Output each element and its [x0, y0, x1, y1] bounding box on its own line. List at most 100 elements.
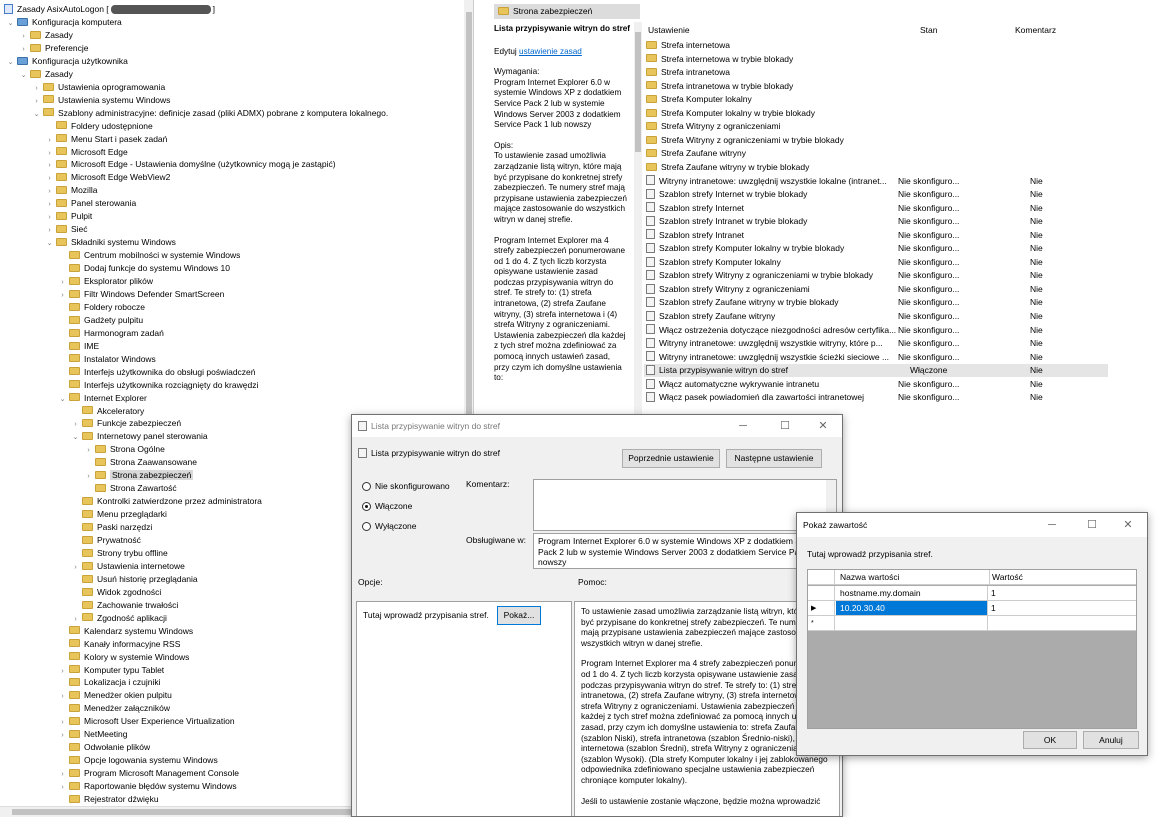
- tree-item[interactable]: Lokalizacja i czujniki: [58, 676, 161, 689]
- value-cell[interactable]: 1: [989, 586, 1136, 600]
- tree-item[interactable]: › Strona zabezpieczeń: [84, 469, 194, 482]
- radio-not-configured-dot[interactable]: [362, 482, 371, 492]
- tree-item[interactable]: › Strona Ogólne: [84, 443, 165, 456]
- radio-enabled-dot[interactable]: [362, 502, 371, 512]
- radio-disabled-dot[interactable]: [362, 522, 371, 532]
- tree-item[interactable]: › Funkcje zabezpieczeń: [71, 417, 181, 430]
- tree-item[interactable]: Kanały informacyjne RSS: [58, 638, 180, 651]
- setting-row[interactable]: Włącz automatyczne wykrywanie intranetu N…: [644, 378, 1108, 391]
- tree-item[interactable]: Menedżer załączników: [58, 702, 170, 715]
- tree-item[interactable]: Opcje logowania systemu Windows: [58, 754, 218, 767]
- radio-disabled[interactable]: Wyłączone: [362, 521, 417, 532]
- tree-item[interactable]: Paski narzędzi: [71, 521, 152, 534]
- value-cell[interactable]: [989, 616, 1136, 630]
- tree-item[interactable]: Centrum mobilności w systemie Windows: [58, 249, 240, 262]
- tree-item[interactable]: Strony trybu offline: [71, 547, 168, 560]
- tree-item[interactable]: › Filtr Windows Defender SmartScreen: [58, 288, 224, 301]
- ok-button[interactable]: OK: [1023, 731, 1077, 749]
- value-name-cell[interactable]: hostname.my.domain: [836, 586, 988, 600]
- setting-row[interactable]: Szablon strefy Zaufane witryny w trybie …: [644, 296, 1108, 309]
- tree-item[interactable]: › Sieć: [45, 223, 87, 236]
- tree-item[interactable]: Strona Zaawansowane: [84, 456, 197, 469]
- tree-item[interactable]: Strona Zawartość: [84, 482, 177, 495]
- tree-item[interactable]: › Raportowanie błędów systemu Windows: [58, 780, 236, 793]
- setting-row[interactable]: Włącz ostrzeżenia dotyczące niezgodności…: [644, 324, 1108, 337]
- column-value[interactable]: Wartość: [992, 570, 1023, 585]
- tree-item[interactable]: › Microsoft Edge WebView2: [45, 171, 170, 184]
- cancel-button[interactable]: Anuluj: [1083, 731, 1139, 749]
- next-setting-button[interactable]: Następne ustawienie: [726, 449, 822, 468]
- tree-item[interactable]: ⌄ Zasady: [19, 68, 73, 81]
- setting-row[interactable]: Włącz pasek powiadomień dla zawartości i…: [644, 391, 1108, 404]
- folder-list-item[interactable]: Strefa Komputer lokalny: [646, 93, 752, 106]
- folder-list-item[interactable]: Strefa Komputer lokalny w trybie blokady: [646, 107, 815, 120]
- setting-row[interactable]: Szablon strefy Intranet Nie skonfiguro...…: [644, 229, 1108, 242]
- edit-policy-link[interactable]: ustawienie zasad: [519, 47, 582, 56]
- tree-item[interactable]: › Menu Start i pasek zadań: [45, 133, 167, 146]
- tree-item[interactable]: › Pulpit: [45, 210, 92, 223]
- maximize-icon[interactable]: ☐: [1077, 513, 1107, 537]
- folder-list-item[interactable]: Strefa intranetowa w trybie blokady: [646, 80, 793, 93]
- chevron-down-icon[interactable]: ⌄: [19, 69, 28, 82]
- folder-list-item[interactable]: Strefa Zaufane witryny: [646, 147, 746, 160]
- tree-item[interactable]: Dodaj funkcje do systemu Windows 10: [58, 262, 230, 275]
- tree-item[interactable]: Menu przeglądarki: [71, 508, 167, 521]
- column-comment[interactable]: Komentarz: [1015, 23, 1056, 38]
- chevron-down-icon[interactable]: ⌄: [32, 108, 41, 121]
- tree-item[interactable]: Kalendarz systemu Windows: [58, 625, 193, 638]
- setting-row[interactable]: Szablon strefy Witryny z ograniczeniami N…: [644, 283, 1108, 296]
- tree-item[interactable]: Interfejs użytkownika do obsługi poświad…: [58, 366, 256, 379]
- tree-item[interactable]: › Microsoft User Experience Virtualizatio…: [58, 715, 234, 728]
- value-name-cell[interactable]: 10.20.30.40: [836, 601, 988, 615]
- setting-row[interactable]: Witryny intranetowe: uwzględnij wszystki…: [644, 337, 1108, 350]
- chevron-down-icon[interactable]: ⌄: [71, 431, 80, 444]
- folder-list-item[interactable]: Strefa Zaufane witryny w trybie blokady: [646, 161, 809, 174]
- setting-row[interactable]: Szablon strefy Witryny z ograniczeniami …: [644, 269, 1108, 282]
- folder-list-item[interactable]: Strefa Witryny z ograniczeniami: [646, 120, 781, 133]
- tree-item[interactable]: Zachowanie trwałości: [71, 599, 178, 612]
- radio-enabled[interactable]: Włączone: [362, 501, 412, 512]
- tree-item[interactable]: ⌄ Internetowy panel sterowania: [71, 430, 208, 443]
- tree-item[interactable]: › Microsoft Edge - Ustawienia domyślne (u…: [45, 158, 335, 171]
- tree-item[interactable]: Usuń historię przeglądania: [71, 573, 198, 586]
- tree-root[interactable]: Zasady AsixAutoLogon []: [4, 3, 215, 16]
- tree-item[interactable]: › Komputer typu Tablet: [58, 664, 164, 677]
- tree-item[interactable]: Akceleratory: [71, 405, 144, 418]
- close-icon[interactable]: ✕: [1113, 513, 1143, 537]
- setting-row[interactable]: Szablon strefy Intranet w trybie blokady…: [644, 215, 1108, 228]
- chevron-down-icon[interactable]: ⌄: [6, 17, 15, 30]
- setting-row[interactable]: Lista przypisywanie witryn do stref Włącz…: [644, 364, 1108, 378]
- tree-item[interactable]: › Ustawienia internetowe: [71, 560, 185, 573]
- column-setting[interactable]: Ustawienie: [648, 23, 690, 38]
- folder-list-item[interactable]: Strefa internetowa: [646, 39, 730, 52]
- tree-item[interactable]: Instalator Windows: [58, 353, 156, 366]
- tree-item[interactable]: › Microsoft Edge: [45, 146, 127, 159]
- value-name-cell[interactable]: [836, 616, 988, 630]
- tree-item[interactable]: › Mozilla: [45, 184, 97, 197]
- tree-item[interactable]: Prywatność: [71, 534, 141, 547]
- tree-item[interactable]: ⌄ Konfiguracja użytkownika: [6, 55, 128, 68]
- previous-setting-button[interactable]: Poprzednie ustawienie: [622, 449, 720, 468]
- tree-item[interactable]: ⌄ Szablony administracyjne: definicje zas…: [32, 107, 389, 121]
- folder-list-item[interactable]: Strefa intranetowa: [646, 66, 730, 79]
- value-cell[interactable]: 1: [989, 601, 1136, 615]
- folder-list-item[interactable]: Strefa Witryny z ograniczeniami w trybie…: [646, 134, 844, 147]
- comment-field[interactable]: [533, 479, 837, 531]
- chevron-down-icon[interactable]: ⌄: [58, 393, 67, 406]
- tree-item[interactable]: Gadżety pulpitu: [58, 314, 143, 327]
- tree-item[interactable]: Odwołanie plików: [58, 741, 150, 754]
- chevron-down-icon[interactable]: ⌄: [6, 56, 15, 69]
- tree-item[interactable]: Kolory w systemie Windows: [58, 651, 189, 664]
- column-state[interactable]: Stan: [920, 23, 938, 38]
- radio-not-configured[interactable]: Nie skonfigurowano: [362, 481, 450, 492]
- setting-row[interactable]: Szablon strefy Internet w trybie blokady…: [644, 188, 1108, 201]
- tree-item[interactable]: › Ustawienia oprogramowania: [32, 81, 165, 94]
- tree-item[interactable]: Harmonogram zadań: [58, 327, 164, 340]
- tree-item[interactable]: › Eksplorator plików: [58, 275, 153, 288]
- tree-item[interactable]: ⌄ Składniki systemu Windows: [45, 236, 176, 249]
- tree-item[interactable]: IME: [58, 340, 99, 353]
- tree-item[interactable]: › Panel sterowania: [45, 197, 136, 210]
- setting-row[interactable]: Witryny intranetowe: uwzględnij wszystki…: [644, 351, 1108, 364]
- tree-item[interactable]: Kontrolki zatwierdzone przez administrat…: [71, 495, 262, 508]
- setting-row[interactable]: Witryny intranetowe: uwzględnij wszystki…: [644, 175, 1108, 188]
